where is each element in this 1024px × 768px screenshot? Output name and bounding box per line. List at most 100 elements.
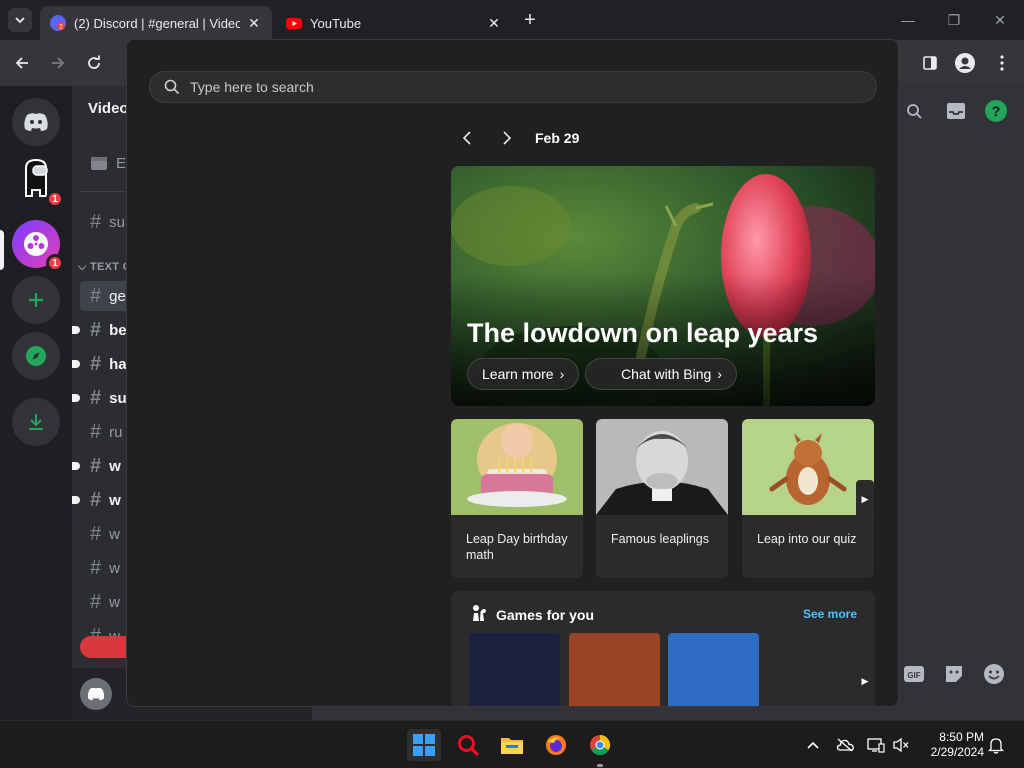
- profile-button[interactable]: [953, 51, 977, 75]
- next-day-button[interactable]: [495, 126, 519, 150]
- search-icon: [458, 735, 479, 756]
- film-reel-icon: [24, 232, 48, 256]
- card-leap-day-birthday[interactable]: Leap Day birthday math: [451, 419, 583, 578]
- user-avatar[interactable]: [80, 678, 112, 710]
- chevron-up-icon: [807, 741, 819, 749]
- chat-with-bing-button[interactable]: Chat with Bing ›: [585, 358, 737, 390]
- running-indicator: [597, 764, 603, 767]
- hash-icon: #: [90, 420, 102, 443]
- games-section: Games for you See more: [451, 591, 875, 706]
- server-list: 1 1: [0, 86, 72, 720]
- start-button[interactable]: [407, 729, 441, 761]
- new-tab-button[interactable]: +: [520, 10, 540, 30]
- emoji-icon[interactable]: [982, 662, 1006, 686]
- discord-home-button[interactable]: [12, 98, 60, 146]
- tab-discord[interactable]: 2 (2) Discord | #general | VideoEd ✕: [40, 6, 272, 40]
- reload-button[interactable]: [82, 51, 106, 75]
- compass-icon: [26, 346, 46, 366]
- tab-title: (2) Discord | #general | VideoEd: [74, 15, 240, 31]
- chevron-down-icon: ⌵: [78, 261, 90, 273]
- chevron-left-icon: [462, 131, 471, 145]
- forward-button[interactable]: [46, 51, 70, 75]
- help-icon[interactable]: ?: [984, 99, 1008, 123]
- close-window-icon[interactable]: ✕: [990, 10, 1010, 30]
- search-taskbar-button[interactable]: [451, 729, 485, 761]
- category-label: TEXT C: [90, 261, 131, 273]
- card-caption: Leap Day birthday math: [466, 532, 568, 562]
- games-next-button[interactable]: ▶: [856, 666, 874, 696]
- windows-logo-icon: [413, 734, 435, 756]
- discord-logo-icon: [87, 687, 105, 701]
- card-caption: Famous leaplings: [611, 532, 709, 546]
- discord-logo-icon: [24, 113, 48, 131]
- tab-youtube[interactable]: YouTube ✕: [276, 6, 512, 40]
- network-icon[interactable]: [866, 735, 886, 755]
- previous-day-button[interactable]: [455, 126, 479, 150]
- cards-next-button[interactable]: ▶: [856, 480, 874, 518]
- chat-with-bing-label: Chat with Bing: [621, 366, 712, 382]
- sticker-icon[interactable]: [942, 662, 966, 686]
- close-tab-icon[interactable]: ✕: [486, 15, 502, 31]
- file-explorer-button[interactable]: [495, 729, 529, 761]
- card-leap-quiz[interactable]: Leap into our quiz: [742, 419, 874, 578]
- volume-muted-icon[interactable]: [891, 735, 911, 755]
- channel-label: su: [109, 389, 127, 407]
- tab-search-button[interactable]: [8, 8, 32, 32]
- caret-right-icon: ▶: [861, 675, 869, 686]
- browser-tab-strip: 2 (2) Discord | #general | VideoEd ✕ You…: [0, 0, 1024, 40]
- browser-menu-button[interactable]: [990, 51, 1014, 75]
- search-box[interactable]: [149, 71, 877, 103]
- hash-icon: #: [90, 454, 102, 477]
- windows-search-flyout: Feb 29: [126, 39, 899, 707]
- arrow-left-icon: [15, 57, 28, 69]
- svg-text:GIF: GIF: [907, 671, 920, 680]
- game-tile[interactable]: [469, 633, 560, 706]
- search-icon[interactable]: [902, 99, 926, 123]
- channel-label: ge: [109, 287, 126, 305]
- inbox-icon[interactable]: [944, 99, 968, 123]
- tab-title: YouTube: [310, 15, 362, 31]
- clock-date: 2/29/2024: [930, 745, 984, 759]
- download-apps-button[interactable]: [12, 398, 60, 446]
- restore-icon[interactable]: ❐: [944, 10, 964, 30]
- notifications-button[interactable]: [986, 735, 1006, 755]
- hero-card[interactable]: The lowdown on leap years Learn more › C…: [451, 166, 875, 406]
- squirrel-image: [742, 419, 874, 515]
- see-more-link[interactable]: See more: [803, 607, 857, 621]
- show-hidden-icons-button[interactable]: [803, 735, 823, 755]
- add-server-button[interactable]: [12, 276, 60, 324]
- notification-badge: 1: [46, 190, 64, 208]
- game-tile[interactable]: [569, 633, 660, 706]
- onedrive-icon[interactable]: [835, 735, 855, 755]
- firefox-button[interactable]: [539, 729, 573, 761]
- category-header[interactable]: ⌵ TEXT C: [78, 261, 131, 274]
- explore-servers-button[interactable]: [12, 332, 60, 380]
- hash-icon: #: [90, 284, 102, 307]
- side-panel-button[interactable]: [918, 51, 942, 75]
- system-clock[interactable]: 8:50 PM 2/29/2024: [931, 730, 984, 760]
- arrow-right-icon: [52, 57, 65, 69]
- search-icon: [164, 79, 180, 95]
- server-among-us[interactable]: 1: [12, 156, 64, 208]
- card-famous-leaplings[interactable]: Famous leaplings: [596, 419, 728, 578]
- search-input[interactable]: [190, 79, 790, 95]
- notification-badge: 1: [46, 254, 64, 272]
- chrome-icon: [590, 734, 611, 756]
- game-tile[interactable]: [668, 633, 759, 706]
- more-vertical-icon: [1000, 55, 1004, 71]
- close-tab-icon[interactable]: ✕: [246, 15, 262, 31]
- back-button[interactable]: [10, 51, 34, 75]
- birthday-cake-image: [451, 419, 583, 515]
- gif-icon[interactable]: GIF: [902, 662, 926, 686]
- svg-text:?: ?: [992, 103, 1001, 119]
- learn-more-label: Learn more: [482, 366, 554, 382]
- learn-more-button[interactable]: Learn more ›: [467, 358, 580, 390]
- channel-label: w: [109, 491, 121, 509]
- unread-indicator: [72, 496, 80, 504]
- download-icon: [29, 414, 43, 430]
- chrome-button[interactable]: [583, 729, 617, 767]
- minimize-icon[interactable]: —: [898, 10, 918, 30]
- server-video-editing[interactable]: 1: [12, 220, 64, 272]
- portrait-image: [596, 419, 728, 515]
- profile-icon: [955, 53, 975, 73]
